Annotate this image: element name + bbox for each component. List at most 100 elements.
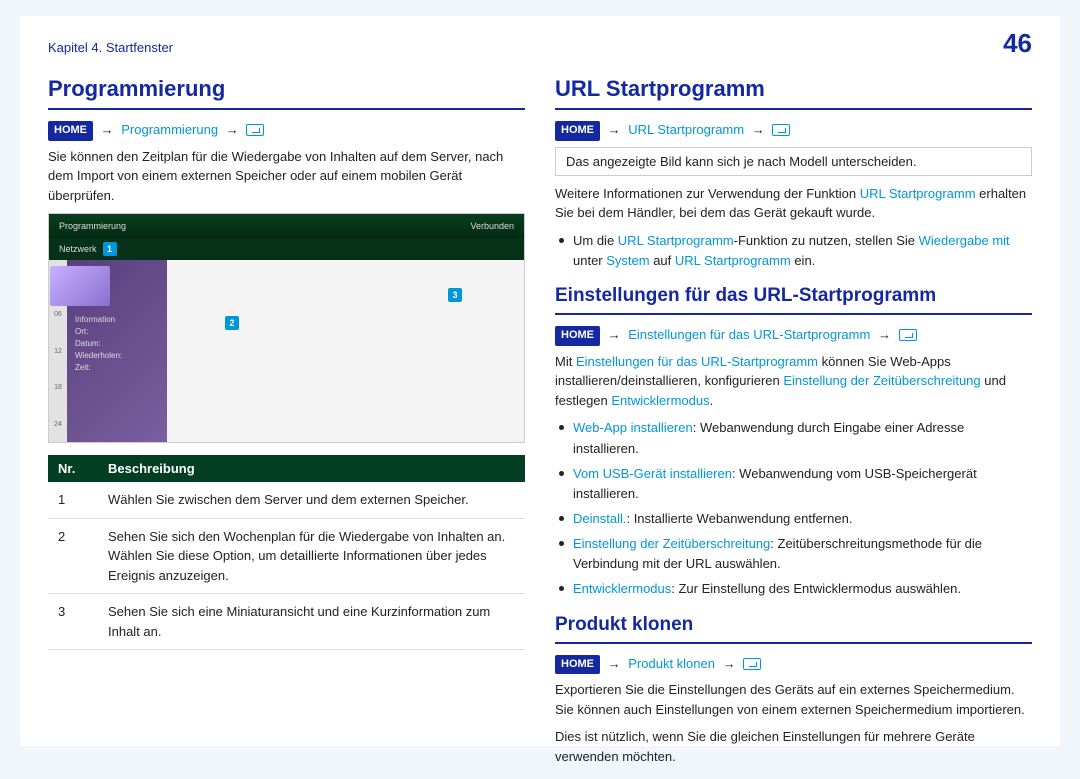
- inline-link: URL Startprogramm: [860, 186, 976, 201]
- arrow-icon: →: [874, 327, 895, 342]
- cell-desc: Wählen Sie zwischen dem Server und dem e…: [98, 482, 525, 518]
- info-line: Datum:: [75, 338, 159, 350]
- text: .: [710, 393, 714, 408]
- marker-2: 2: [225, 316, 239, 330]
- arrow-icon: →: [719, 656, 740, 671]
- enter-icon: [772, 124, 790, 136]
- paragraph: Dies ist nützlich, wenn Sie die gleichen…: [555, 727, 1032, 766]
- heading-url-startprogramm: URL Startprogramm: [555, 76, 1032, 110]
- screenshot-title: Programmierung: [59, 221, 126, 231]
- chapter-label: Kapitel 4. Startfenster: [48, 40, 173, 55]
- arrow-icon: →: [97, 122, 118, 137]
- home-badge: HOME: [48, 121, 93, 141]
- term: Web-App installieren: [573, 420, 693, 435]
- columns: Programmierung HOME → Programmierung → S…: [48, 76, 1032, 774]
- home-badge: HOME: [555, 121, 600, 141]
- list-item: Web-App installieren: Webanwendung durch…: [555, 418, 1032, 458]
- table-row: 1 Wählen Sie zwischen dem Server und dem…: [48, 482, 525, 518]
- cell-nr: 1: [48, 482, 98, 518]
- list-item: Einstellung der Zeitüberschreitung: Zeit…: [555, 534, 1032, 574]
- desc: : Installierte Webanwendung entfernen.: [626, 511, 852, 526]
- marker-1: 1: [103, 242, 117, 256]
- term: Vom USB-Gerät installieren: [573, 466, 732, 481]
- list-item: Um die URL Startprogramm-Funktion zu nut…: [555, 231, 1032, 271]
- th-desc: Beschreibung: [98, 455, 525, 482]
- home-badge: HOME: [555, 655, 600, 675]
- inline-link: Entwicklermodus: [611, 393, 709, 408]
- list-item: Vom USB-Gerät installieren: Webanwendung…: [555, 464, 1032, 504]
- page-number: 46: [1003, 28, 1032, 59]
- term: Einstellung der Zeitüberschreitung: [573, 536, 770, 551]
- text: -Funktion zu nutzen, stellen Sie: [734, 233, 919, 248]
- breadcrumb-produkt-klonen: HOME → Produkt klonen →: [555, 654, 1032, 675]
- breadcrumb-url-startprogramm: HOME → URL Startprogramm →: [555, 120, 1032, 141]
- enter-icon: [743, 658, 761, 670]
- inline-link: URL Startprogramm: [618, 233, 734, 248]
- text: auf: [650, 253, 675, 268]
- cell-nr: 3: [48, 594, 98, 650]
- enter-icon: [899, 329, 917, 341]
- list-item: Deinstall.: Installierte Webanwendung en…: [555, 509, 1032, 529]
- text: unter: [573, 253, 606, 268]
- paragraph: Exportieren Sie die Einstellungen des Ge…: [555, 680, 1032, 719]
- list-item: Entwicklermodus: Zur Einstellung des Ent…: [555, 579, 1032, 599]
- enter-icon: [246, 124, 264, 136]
- heading-produkt-klonen: Produkt klonen: [555, 614, 1032, 644]
- arrow-icon: →: [748, 122, 769, 137]
- inline-link: Einstellung der Zeitüberschreitung: [783, 373, 980, 388]
- info-line: Zeit:: [75, 362, 159, 374]
- right-column: URL Startprogramm HOME → URL Startprogra…: [555, 76, 1032, 774]
- marker-3: 3: [448, 288, 462, 302]
- info-line: Ort:: [75, 326, 159, 338]
- bullet-list: Web-App installieren: Webanwendung durch…: [555, 418, 1032, 599]
- screenshot-info-panel: Information Ort: Datum: Wiederholen: Zei…: [67, 260, 167, 442]
- cell-desc: Sehen Sie sich den Wochenplan für die Wi…: [98, 518, 525, 594]
- screenshot-body: 0006121824 Information Ort: Datum: Wiede: [49, 260, 524, 442]
- arrow-icon: →: [222, 122, 243, 137]
- paragraph: Mit Einstellungen für das URL-Startprogr…: [555, 352, 1032, 411]
- paragraph: Weitere Informationen zur Verwendung der…: [555, 184, 1032, 223]
- intro-text: Sie können den Zeitplan für die Wiederga…: [48, 147, 525, 206]
- top-bar: Kapitel 4. Startfenster 46: [48, 34, 1032, 60]
- table-row: 3 Sehen Sie sich eine Miniaturansicht un…: [48, 594, 525, 650]
- screenshot-programmierung: Programmierung Verbunden Netzwerk 1 0006…: [48, 213, 525, 443]
- screenshot-status: Verbunden: [470, 221, 514, 231]
- crumb-link: URL Startprogramm: [628, 122, 744, 137]
- inline-link: Einstellungen für das URL-Startprogramm: [576, 354, 818, 369]
- desc: : Zur Einstellung des Entwicklermodus au…: [671, 581, 961, 596]
- screenshot-network-row: Netzwerk 1: [49, 238, 524, 260]
- crumb-link: Einstellungen für das URL-Startprogramm: [628, 327, 870, 342]
- description-table: Nr. Beschreibung 1 Wählen Sie zwischen d…: [48, 455, 525, 650]
- arrow-icon: →: [604, 656, 625, 671]
- text: Weitere Informationen zur Verwendung der…: [555, 186, 860, 201]
- inline-link: URL Startprogramm: [675, 253, 791, 268]
- text: Um die: [573, 233, 618, 248]
- cell-desc: Sehen Sie sich eine Miniaturansicht und …: [98, 594, 525, 650]
- arrow-icon: →: [604, 122, 625, 137]
- screenshot-titlebar: Programmierung Verbunden: [49, 214, 524, 238]
- info-line: Wiederholen:: [75, 350, 159, 362]
- heading-url-settings: Einstellungen für das URL-Startprogramm: [555, 285, 1032, 315]
- home-badge: HOME: [555, 326, 600, 346]
- screenshot-network-label: Netzwerk: [59, 244, 97, 254]
- crumb-link: Programmierung: [121, 122, 218, 137]
- heading-programmierung: Programmierung: [48, 76, 525, 110]
- info-title: Information: [75, 314, 159, 326]
- note-box: Das angezeigte Bild kann sich je nach Mo…: [555, 147, 1032, 176]
- inline-link: Wiedergabe mit: [919, 233, 1010, 248]
- left-column: Programmierung HOME → Programmierung → S…: [48, 76, 525, 774]
- text: Mit: [555, 354, 576, 369]
- breadcrumb-programmierung: HOME → Programmierung →: [48, 120, 525, 141]
- inline-link: System: [606, 253, 649, 268]
- breadcrumb-url-settings: HOME → Einstellungen für das URL-Startpr…: [555, 325, 1032, 346]
- th-nr: Nr.: [48, 455, 98, 482]
- page: Kapitel 4. Startfenster 46 Programmierun…: [20, 16, 1060, 746]
- bullet-list: Um die URL Startprogramm-Funktion zu nut…: [555, 231, 1032, 271]
- crumb-link: Produkt klonen: [628, 656, 715, 671]
- text: ein.: [791, 253, 816, 268]
- arrow-icon: →: [604, 327, 625, 342]
- term: Deinstall.: [573, 511, 626, 526]
- term: Entwicklermodus: [573, 581, 671, 596]
- note-text: Das angezeigte Bild kann sich je nach Mo…: [566, 154, 917, 169]
- cell-nr: 2: [48, 518, 98, 594]
